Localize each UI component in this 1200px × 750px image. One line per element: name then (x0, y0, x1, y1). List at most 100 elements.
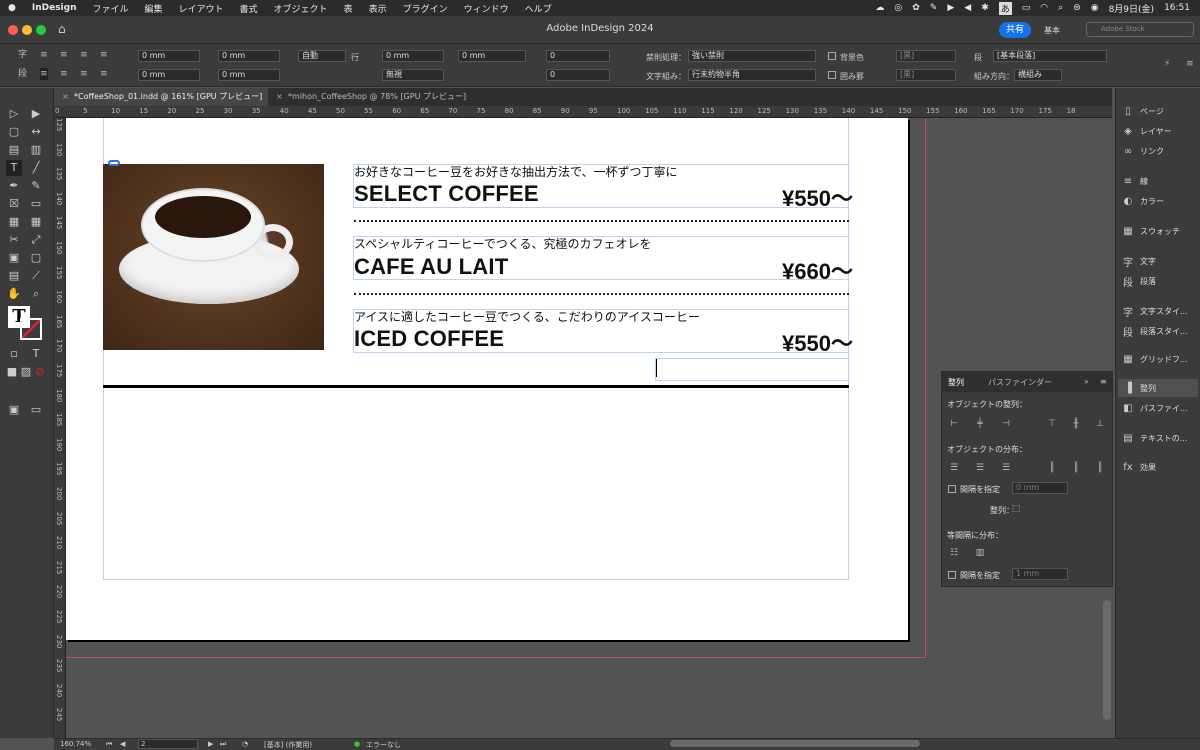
right-indent-field[interactable]: 0 mm (218, 50, 280, 62)
volume-icon[interactable]: ◀ (964, 3, 971, 13)
menu-help[interactable]: ヘルプ (517, 2, 560, 15)
menu-view[interactable]: 表示 (361, 2, 395, 15)
dock-swatches[interactable]: ▦ スウォッチ (1122, 222, 1180, 240)
zoom-level[interactable]: 160.74% (60, 740, 91, 748)
tab-pathfinder[interactable]: パスファインダー (988, 377, 1052, 388)
coffee-photo-frame[interactable] (103, 164, 324, 350)
distribute-left-icon[interactable]: ║ (1046, 462, 1058, 474)
frame-grid-tool-icon[interactable]: ▦ (6, 214, 22, 230)
page-number-field[interactable]: 2 (138, 739, 198, 749)
justify-icon[interactable]: ≡ (100, 49, 108, 61)
menu-file[interactable]: ファイル (84, 2, 136, 15)
distribute-spacing-2-field[interactable]: 1 mm (1012, 568, 1068, 580)
pen-icon[interactable]: ✎ (930, 3, 938, 13)
search-icon[interactable]: ⌕ (1058, 3, 1063, 13)
dock-effects[interactable]: fx 効果 (1122, 458, 1156, 476)
battery-icon[interactable]: ▭ (1022, 3, 1031, 13)
first-page-icon[interactable]: ⏮ (106, 740, 112, 749)
pencil-tool-icon[interactable]: ✎ (28, 178, 44, 194)
cloud-icon[interactable]: ☁ (875, 3, 884, 13)
justify-center-icon[interactable]: ≡ (60, 68, 68, 80)
align-to-selection-icon[interactable]: ⬚ (1010, 503, 1022, 515)
left-indent-field[interactable]: 0 mm (138, 50, 200, 62)
pen-tool-icon[interactable]: ✒ (6, 178, 22, 194)
content-collector-icon[interactable]: ▤ (6, 142, 22, 158)
screen-mode-icon[interactable]: ▣ (6, 402, 22, 418)
distribute-vspace-icon[interactable]: ☷ (948, 547, 960, 559)
align-right-edges-icon[interactable]: ⊣ (1000, 418, 1012, 430)
adobe-stock-search[interactable]: Adobe Stock (1086, 22, 1194, 37)
border-color-swatch[interactable]: [黒] (896, 69, 956, 81)
page-tool-icon[interactable]: ▢ (6, 124, 22, 140)
link-badge-icon[interactable] (108, 160, 120, 166)
direct-selection-tool-icon[interactable]: ▶ (28, 106, 44, 122)
panel-menu-icon[interactable]: ≡ (1186, 58, 1194, 70)
align-left-edges-icon[interactable]: ⊢ (948, 418, 960, 430)
working-profile[interactable]: [基本] (作業用) (264, 740, 312, 750)
wifi-icon[interactable]: ◠ (1040, 3, 1048, 13)
last-page-icon[interactable]: ⏭ (220, 740, 226, 749)
preview-mode-icon[interactable]: ▭ (28, 402, 44, 418)
panel-options-icon[interactable]: ≡ (1100, 377, 1107, 386)
horizontal-ruler[interactable]: 0 5 10 15 20 25 30 35 40 45 50 55 60 65 70 75 80 85 90 95 10… (54, 106, 1112, 118)
formatting-container-icon[interactable]: ▫ (6, 346, 22, 362)
vertical-scrollbar[interactable] (1103, 600, 1111, 720)
use-spacing-checkbox[interactable] (948, 485, 956, 493)
use-spacing-2-checkbox[interactable] (948, 571, 956, 579)
paragraph-format-icon[interactable]: 段 (18, 68, 27, 80)
close-tab-icon[interactable]: × (62, 88, 69, 106)
dock-para-style[interactable]: 段段落スタイ... (1122, 322, 1188, 340)
vertical-ruler[interactable]: 125 130 135 140 145 150 155 160 165 170 175 180 185 1… (54, 118, 66, 738)
rectangle-tool-icon[interactable]: ▭ (28, 196, 44, 212)
dock-layers[interactable]: ◈ レイヤー (1122, 122, 1172, 140)
horizontal-scrollbar[interactable] (670, 740, 920, 747)
menu-layout[interactable]: レイアウト (171, 2, 232, 15)
tab-align[interactable]: 整列 (948, 377, 964, 388)
eyedropper-tool-icon[interactable]: ⟋ (28, 268, 44, 284)
workspace-switcher[interactable]: 基本 (1044, 25, 1060, 36)
gradient-feather-tool-icon[interactable]: ▢ (28, 250, 44, 266)
last-line-indent-field[interactable]: 0 mm (218, 69, 280, 81)
play-icon[interactable]: ▶ (947, 3, 954, 13)
drop-cap-lines-field[interactable]: 0 (546, 50, 610, 62)
distribute-hspace-icon[interactable]: ▥ (974, 547, 986, 559)
menu-window[interactable]: ウィンドウ (456, 2, 517, 15)
menu-plugins[interactable]: プラグイン (395, 2, 456, 15)
chatgpt-icon[interactable]: ✿ (912, 3, 920, 13)
control-center-icon[interactable]: ⊜ (1073, 3, 1081, 13)
paragraph-style-select[interactable]: [基本段落] (993, 50, 1107, 62)
dock-align[interactable]: ▐ 整列 (1118, 379, 1198, 397)
align-top-edges-icon[interactable]: ⊤ (1046, 418, 1058, 430)
dock-stroke[interactable]: ≡ 線 (1122, 172, 1148, 190)
next-page-icon[interactable]: ▶ (208, 740, 213, 748)
siri-icon[interactable]: ◉ (1091, 3, 1099, 13)
justify-left-icon[interactable]: ≡ (40, 68, 48, 80)
bluetooth-icon[interactable]: ✱ (981, 3, 989, 13)
grid-tool-icon[interactable]: ▦ (28, 214, 44, 230)
align-left-icon[interactable]: ≡ (40, 49, 48, 61)
hand-tool-icon[interactable]: ✋ (6, 286, 22, 302)
formatting-text-icon[interactable]: T (28, 346, 44, 362)
line-tool-icon[interactable]: ╱ (28, 160, 44, 176)
bg-color-checkbox[interactable] (828, 52, 836, 60)
menu-app[interactable]: InDesign (24, 3, 85, 13)
character-format-icon[interactable]: 字 (18, 49, 27, 61)
space-after-field[interactable]: 0 mm (458, 50, 526, 62)
scissors-tool-icon[interactable]: ✂ (6, 232, 22, 248)
distribute-hcenter-icon[interactable]: ║ (1070, 462, 1082, 474)
content-placer-icon[interactable]: ▥ (28, 142, 44, 158)
zoom-tool-icon[interactable]: ⌕ (28, 286, 44, 302)
note-tool-icon[interactable]: ▤ (6, 268, 22, 284)
ime-indicator[interactable]: あ (998, 1, 1012, 15)
dock-pages[interactable]: ▯ ページ (1122, 102, 1164, 120)
distribute-bottom-icon[interactable]: ☰ (1000, 462, 1012, 474)
distribute-top-icon[interactable]: ☰ (948, 462, 960, 474)
gradient-swatch-tool-icon[interactable]: ▣ (6, 250, 22, 266)
menu-table[interactable]: 表 (336, 2, 361, 15)
align-bottom-edges-icon[interactable]: ⊥ (1094, 418, 1106, 430)
collapse-panel-icon[interactable]: » (1084, 377, 1089, 386)
menu-edit[interactable]: 編集 (137, 2, 171, 15)
document-page[interactable]: お好きなコーヒー豆をお好きな抽出方法で、一杯ずつ丁寧に SELECT COFFE… (66, 118, 908, 640)
dock-text-wrap[interactable]: ▤ テキストの... (1122, 429, 1187, 447)
gap-tool-icon[interactable]: ↔ (28, 124, 44, 140)
